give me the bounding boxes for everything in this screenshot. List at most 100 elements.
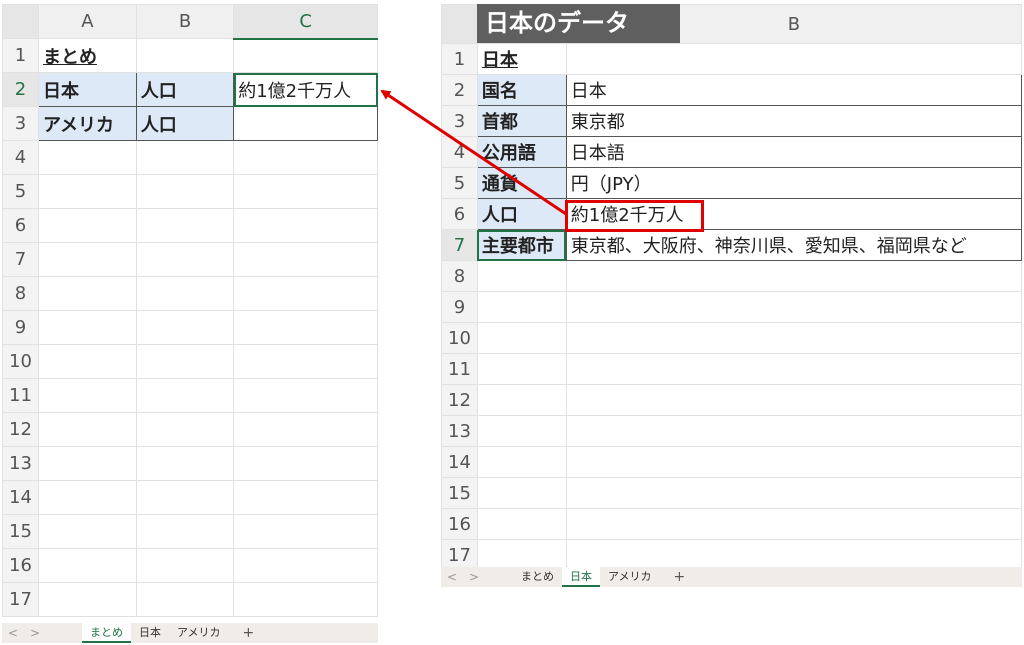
cell[interactable]: [135, 140, 235, 175]
row-header[interactable]: 2: [2, 72, 39, 107]
cell[interactable]: [565, 539, 1023, 571]
cell[interactable]: [233, 310, 378, 345]
cell-b4[interactable]: 日本語: [565, 136, 1023, 168]
cell-b1[interactable]: [565, 43, 1023, 75]
cell[interactable]: [565, 384, 1023, 416]
add-sheet-button[interactable]: +: [659, 569, 699, 585]
next-sheet-button[interactable]: >: [463, 570, 485, 584]
row-header[interactable]: 17: [441, 539, 478, 571]
cell[interactable]: [37, 412, 137, 447]
cell[interactable]: [565, 508, 1023, 540]
cell-b3[interactable]: 東京都: [565, 105, 1023, 137]
cell[interactable]: [565, 415, 1023, 447]
row-header[interactable]: 4: [2, 140, 39, 175]
cell[interactable]: [565, 446, 1023, 478]
cell[interactable]: [233, 276, 378, 311]
cell[interactable]: [233, 174, 378, 209]
cell[interactable]: [37, 174, 137, 209]
add-sheet-button[interactable]: +: [228, 625, 268, 641]
row-header[interactable]: 1: [441, 43, 478, 75]
cell-c2[interactable]: 約1億2千万人: [233, 72, 378, 107]
cell[interactable]: [476, 415, 567, 447]
select-all-corner[interactable]: [2, 4, 39, 39]
cell[interactable]: [565, 260, 1023, 292]
row-header[interactable]: 17: [2, 582, 39, 617]
prev-sheet-button[interactable]: <: [2, 626, 24, 640]
row-header[interactable]: 3: [441, 105, 478, 137]
cell-b1[interactable]: [135, 38, 235, 73]
cell[interactable]: [37, 514, 137, 549]
row-header[interactable]: 5: [2, 174, 39, 209]
sheet-tab-japan[interactable]: 日本: [562, 567, 600, 587]
cell[interactable]: [233, 514, 378, 549]
row-header[interactable]: 13: [2, 446, 39, 481]
sheet-tab-america[interactable]: アメリカ: [600, 567, 659, 587]
row-header[interactable]: 2: [441, 74, 478, 106]
cell[interactable]: [135, 378, 235, 413]
row-header[interactable]: 12: [441, 384, 478, 416]
cell[interactable]: [37, 310, 137, 345]
cell[interactable]: [476, 260, 567, 292]
cell-b7[interactable]: 東京都、大阪府、神奈川県、愛知県、福岡県など: [565, 229, 1023, 261]
row-header[interactable]: 13: [441, 415, 478, 447]
cell[interactable]: [476, 508, 567, 540]
cell-a3[interactable]: アメリカ: [37, 106, 137, 141]
cell[interactable]: [37, 582, 137, 617]
column-header-b[interactable]: B: [135, 4, 235, 39]
cell[interactable]: [37, 242, 137, 277]
row-header[interactable]: 14: [2, 480, 39, 515]
cell[interactable]: [37, 480, 137, 515]
cell[interactable]: [37, 548, 137, 583]
cell[interactable]: [135, 514, 235, 549]
row-header[interactable]: 11: [2, 378, 39, 413]
cell[interactable]: [135, 174, 235, 209]
cell-c1[interactable]: [233, 38, 378, 73]
row-header[interactable]: 7: [2, 242, 39, 277]
cell[interactable]: [37, 140, 137, 175]
cell-b2[interactable]: 人口: [135, 72, 235, 107]
next-sheet-button[interactable]: >: [24, 626, 46, 640]
sheet-tab-america[interactable]: アメリカ: [169, 623, 228, 643]
cell[interactable]: [233, 412, 378, 447]
row-header[interactable]: 12: [2, 412, 39, 447]
cell[interactable]: [233, 378, 378, 413]
cell-b5[interactable]: 円（JPY）: [565, 167, 1023, 199]
cell[interactable]: [37, 208, 137, 243]
column-header-c[interactable]: C: [233, 4, 378, 40]
column-header-a[interactable]: A: [37, 4, 137, 39]
cell-a2[interactable]: 日本: [37, 72, 137, 107]
row-header[interactable]: 9: [2, 310, 39, 345]
cell[interactable]: [476, 477, 567, 509]
cell-a6[interactable]: 人口: [476, 198, 567, 230]
cell[interactable]: [565, 322, 1023, 354]
cell[interactable]: [233, 582, 378, 617]
cell-a2[interactable]: 国名: [476, 74, 567, 106]
cell[interactable]: [135, 548, 235, 583]
cell[interactable]: [135, 412, 235, 447]
cell-b2[interactable]: 日本: [565, 74, 1023, 106]
cell[interactable]: [135, 208, 235, 243]
cell-a7[interactable]: 主要都市: [476, 229, 567, 261]
cell[interactable]: [135, 310, 235, 345]
cell[interactable]: [37, 446, 137, 481]
cell[interactable]: [565, 477, 1023, 509]
cell[interactable]: [37, 378, 137, 413]
sheet-tab-summary[interactable]: まとめ: [82, 623, 131, 643]
cell[interactable]: [135, 480, 235, 515]
sheet-tab-summary[interactable]: まとめ: [513, 567, 562, 587]
row-header[interactable]: 5: [441, 167, 478, 199]
cell[interactable]: [476, 322, 567, 354]
cell[interactable]: [233, 242, 378, 277]
row-header[interactable]: 14: [441, 446, 478, 478]
prev-sheet-button[interactable]: <: [441, 570, 463, 584]
cell-c3[interactable]: [233, 106, 378, 141]
row-header[interactable]: 8: [2, 276, 39, 311]
cell[interactable]: [233, 548, 378, 583]
sheet-tab-japan[interactable]: 日本: [131, 623, 169, 643]
row-header[interactable]: 6: [2, 208, 39, 243]
row-header[interactable]: 4: [441, 136, 478, 168]
row-header[interactable]: 6: [441, 198, 478, 230]
row-header[interactable]: 16: [2, 548, 39, 583]
cell-a3[interactable]: 首都: [476, 105, 567, 137]
cell-a1[interactable]: まとめ: [37, 38, 137, 73]
